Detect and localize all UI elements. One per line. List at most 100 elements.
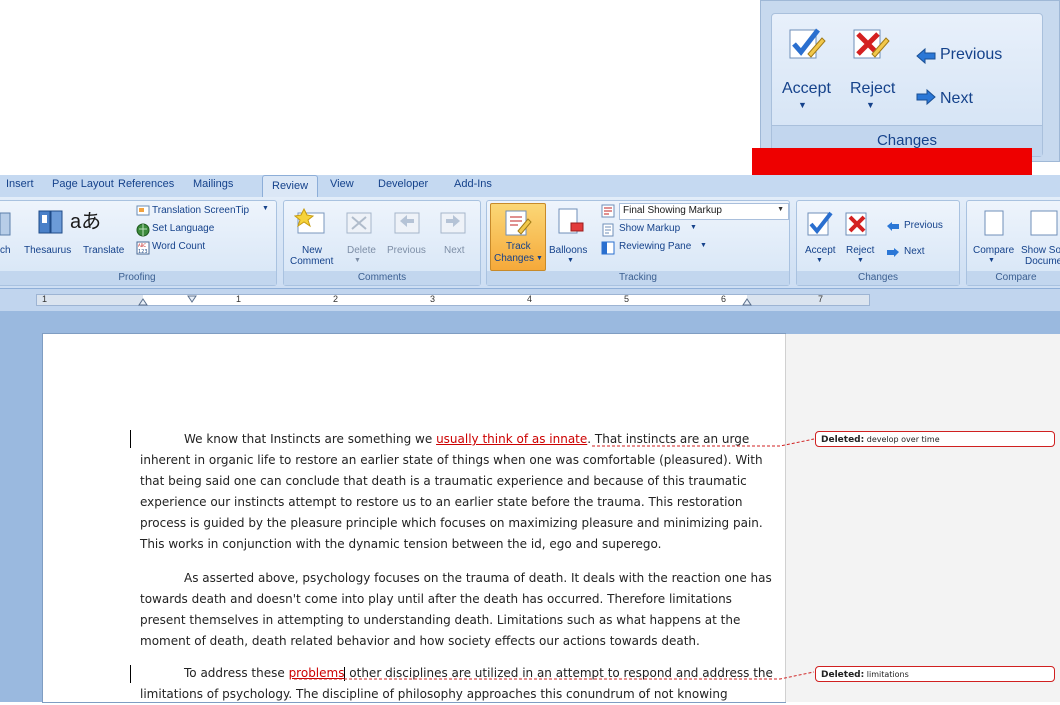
tab-developer[interactable]: Developer	[378, 178, 428, 190]
display-for-review-select[interactable]: Final Showing Markup ▼	[619, 203, 789, 220]
track-changes-label-2: Changes	[494, 253, 535, 264]
word-count-button[interactable]: Word Count	[152, 241, 205, 252]
proofing-group-label: Proofing	[0, 271, 276, 285]
ruler-number: 6	[721, 294, 727, 304]
paragraph-2[interactable]: As asserted above, psychology focuses on…	[140, 568, 776, 652]
ribbon-tabs: Insert Page Layout References Mailings R…	[0, 175, 1060, 198]
translation-screentip-icon	[136, 205, 150, 216]
previous-change-button[interactable]: Previous	[904, 220, 943, 231]
tracking-group-label: Tracking	[487, 271, 789, 285]
previous-comment-icon	[394, 212, 420, 234]
zoom-reject-button[interactable]: Reject	[850, 80, 895, 98]
accept-icon	[789, 28, 826, 59]
word-count-icon: ABC123	[136, 241, 150, 255]
chevron-down-icon: ▼	[798, 100, 807, 110]
compare-icon	[984, 210, 1004, 236]
track-changes-label-1: Track	[506, 241, 531, 252]
deleted-balloon[interactable]: Deleted: limitations	[815, 666, 1055, 682]
changes-group-label: Changes	[797, 271, 959, 285]
balloons-icon	[558, 208, 584, 234]
track-changes-button[interactable]: Track Changes ▼	[490, 203, 546, 271]
balloon-connector	[294, 671, 815, 680]
zoom-next-button[interactable]: Next	[940, 90, 973, 108]
delete-comment-button[interactable]: Delete	[347, 245, 376, 256]
balloons-button[interactable]: Balloons	[549, 245, 587, 256]
chevron-down-icon: ▼	[777, 206, 784, 213]
previous-comment-button[interactable]: Previous	[387, 245, 426, 256]
reviewing-pane-icon	[601, 241, 615, 255]
next-arrow-icon	[887, 248, 899, 257]
chevron-down-icon: ▼	[988, 257, 995, 264]
ribbon: aあ ch Thesaurus Translate Translation Sc…	[0, 197, 1060, 289]
thesaurus-icon	[38, 210, 63, 234]
chevron-down-icon: ▼	[536, 255, 543, 262]
zoom-previous-button[interactable]: Previous	[940, 46, 1002, 64]
reject-icon	[853, 29, 890, 59]
reviewing-pane-button[interactable]: Reviewing Pane	[619, 241, 691, 252]
hanging-indent-marker[interactable]	[138, 297, 148, 306]
ruler-right-margin	[747, 295, 869, 305]
zoom-changes-group: Accept ▼ Reject ▼ Previous Next Changes	[771, 13, 1043, 157]
change-bar	[130, 430, 131, 448]
reject-button[interactable]: Reject	[846, 245, 874, 256]
horizontal-ruler[interactable]: 1 1 2 3 4 5 6 7	[36, 294, 870, 306]
ruler-number: 1	[236, 294, 242, 304]
previous-arrow-icon	[916, 47, 936, 65]
deleted-balloon[interactable]: Deleted: develop over time	[815, 431, 1055, 447]
accept-icon	[807, 211, 833, 236]
next-arrow-icon	[916, 88, 936, 106]
zoom-accept-button[interactable]: Accept	[782, 80, 831, 98]
accept-button[interactable]: Accept	[805, 245, 836, 256]
set-language-button[interactable]: Set Language	[152, 223, 214, 234]
tab-add-ins[interactable]: Add-Ins	[454, 178, 492, 190]
tab-page-layout[interactable]: Page Layout	[52, 178, 114, 190]
ruler-left-margin	[37, 295, 143, 305]
next-change-button[interactable]: Next	[904, 246, 925, 257]
track-changes-icon	[505, 210, 532, 236]
new-comment-label-line2: Comment	[290, 256, 334, 267]
research-button[interactable]: ch	[0, 245, 11, 256]
tracked-insertion[interactable]: usually think of as innate	[436, 432, 587, 446]
tab-references[interactable]: References	[118, 178, 174, 190]
tracking-group: Track Changes ▼ Balloons ▼ Final Showing…	[486, 200, 790, 286]
new-comment-button[interactable]: New	[302, 245, 322, 256]
ruler-number: 7	[818, 294, 824, 304]
translation-screentip-button[interactable]: Translation ScreenTip	[152, 205, 249, 216]
chevron-down-icon: ▼	[354, 257, 361, 264]
tab-insert[interactable]: Insert	[6, 178, 34, 190]
show-markup-icon	[602, 223, 614, 237]
show-source-icon	[1030, 210, 1058, 236]
chevron-down-icon: ▼	[816, 257, 823, 264]
changes-group: Accept ▼ Reject ▼ Previous Next Changes	[796, 200, 960, 286]
chevron-down-icon: ▼	[567, 257, 574, 264]
tab-view[interactable]: View	[330, 178, 354, 190]
first-line-indent-marker[interactable]	[187, 295, 197, 303]
ruler-number: 4	[527, 294, 533, 304]
change-bar	[130, 665, 131, 683]
display-for-review-value: Final Showing Markup	[623, 205, 722, 216]
chevron-down-icon: ▼	[857, 257, 864, 264]
show-markup-button[interactable]: Show Markup	[619, 223, 680, 234]
show-source-button[interactable]: Show So	[1021, 245, 1060, 256]
zoom-callout: Accept ▼ Reject ▼ Previous Next Changes	[760, 0, 1060, 162]
svg-text:123: 123	[138, 249, 148, 255]
balloon-connector	[592, 438, 815, 447]
new-comment-icon	[294, 207, 325, 234]
paragraph-1-text: We know that Instincts are something we	[184, 432, 437, 446]
balloon-label: Deleted:	[821, 435, 865, 445]
markup-margin	[785, 334, 1060, 702]
ruler-number: 1	[42, 294, 48, 304]
translate-button[interactable]: Translate	[83, 245, 124, 256]
tab-review[interactable]: Review	[262, 175, 319, 197]
compare-button[interactable]: Compare	[973, 245, 1014, 256]
tab-mailings[interactable]: Mailings	[193, 178, 233, 190]
compare-group: Compare ▼ Show So Docume Compare	[966, 200, 1060, 286]
proofing-group: aあ ch Thesaurus Translate Translation Sc…	[0, 200, 277, 286]
chevron-down-icon: ▼	[262, 205, 269, 212]
globe-icon	[136, 223, 150, 237]
next-comment-button[interactable]: Next	[444, 245, 465, 256]
chevron-down-icon: ▼	[700, 242, 707, 249]
display-for-review-icon	[601, 204, 615, 218]
thesaurus-button[interactable]: Thesaurus	[24, 245, 71, 256]
right-indent-marker[interactable]	[742, 297, 752, 306]
